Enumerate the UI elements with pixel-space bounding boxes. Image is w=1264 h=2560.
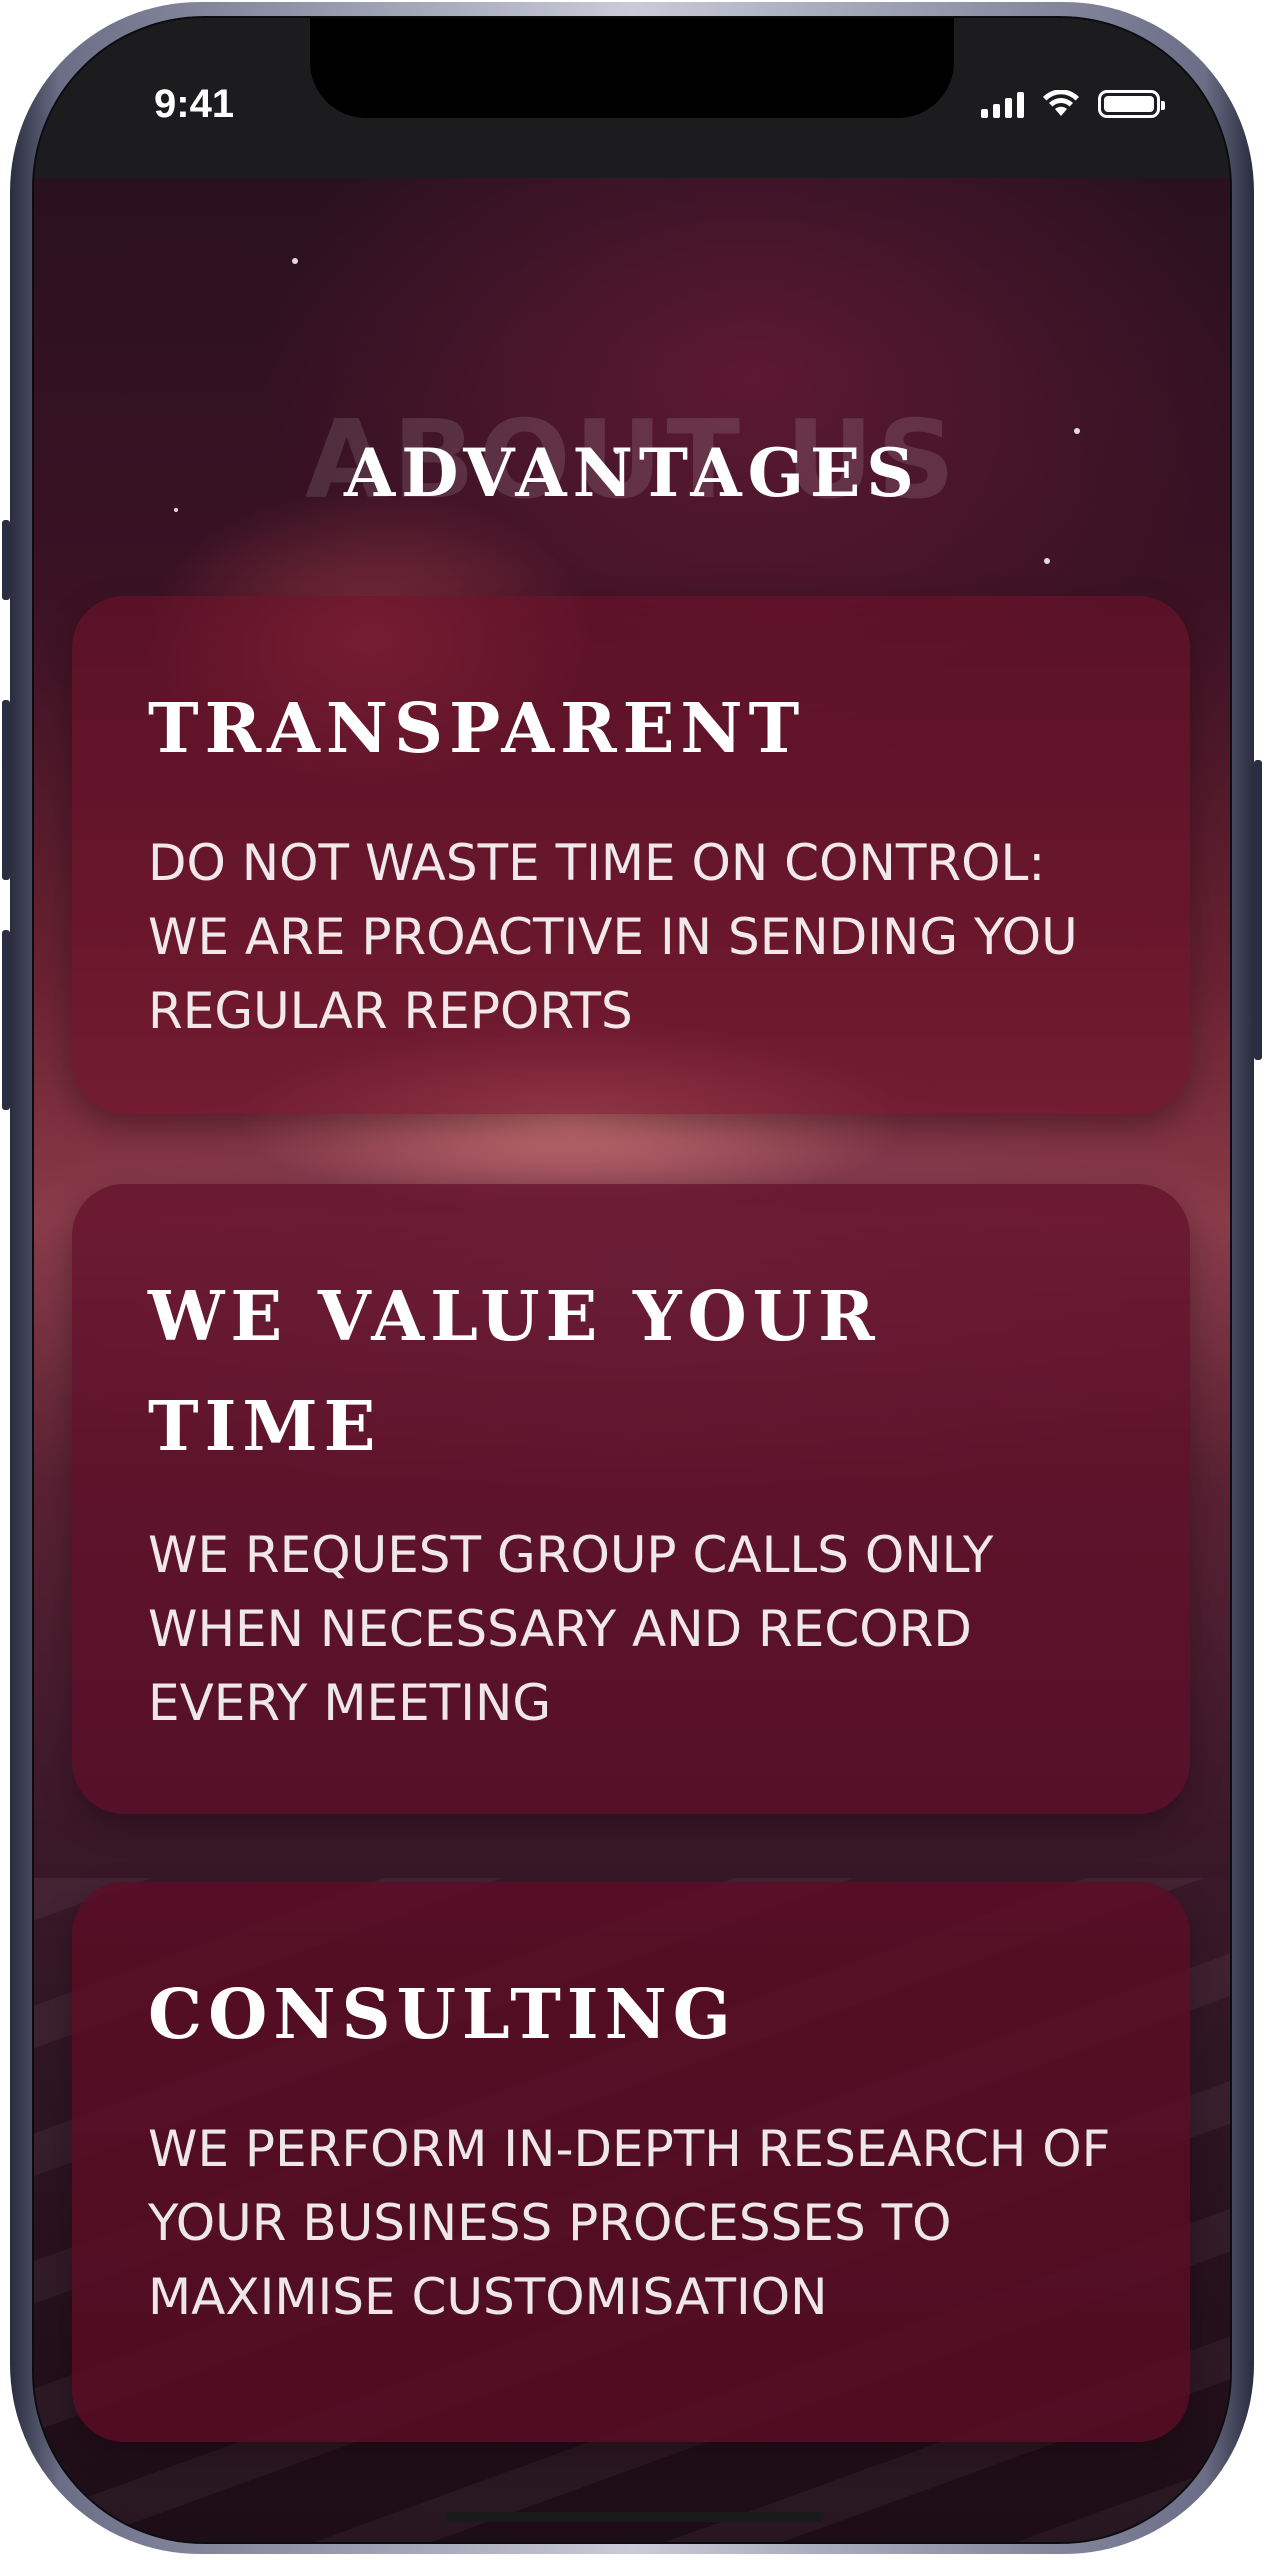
card-description: DO NOT WASTE TIME ON CONTROL: WE ARE PRO… bbox=[148, 834, 1078, 1040]
action-button bbox=[2, 520, 10, 600]
volume-up-button bbox=[2, 700, 10, 880]
phone-screen: 9:41 ABOUT US ADVANTAGES TRANSPARENT DO … bbox=[32, 16, 1232, 2544]
card-description: WE PERFORM IN-DEPTH RESEARCH OF YOUR BUS… bbox=[148, 2120, 1111, 2326]
star-decoration bbox=[1044, 558, 1050, 564]
status-icons bbox=[981, 90, 1165, 118]
wifi-icon bbox=[1043, 90, 1079, 116]
star-decoration bbox=[292, 258, 298, 264]
card-description: WE REQUEST GROUP CALLS ONLY WHEN NECESSA… bbox=[148, 1526, 994, 1732]
card-title: CONSULTING bbox=[148, 1975, 737, 2055]
home-indicator[interactable] bbox=[444, 2512, 824, 2522]
battery-icon bbox=[1098, 90, 1165, 118]
page-title: ADVANTAGES bbox=[344, 434, 920, 512]
advantage-card-consulting: CONSULTING WE PERFORM IN-DEPTH RESEARCH … bbox=[72, 1882, 1190, 2442]
advantage-card-time: WE VALUE YOUR TIME WE REQUEST GROUP CALL… bbox=[72, 1184, 1190, 1814]
cellular-signal-icon bbox=[981, 92, 1024, 118]
notch bbox=[310, 18, 954, 118]
card-title: TRANSPARENT bbox=[148, 689, 806, 769]
volume-down-button bbox=[2, 930, 10, 1110]
card-title: WE VALUE YOUR TIME bbox=[148, 1277, 881, 1467]
status-time: 9:41 bbox=[154, 82, 235, 126]
advantage-card-transparent: TRANSPARENT DO NOT WASTE TIME ON CONTROL… bbox=[72, 596, 1190, 1114]
power-button bbox=[1254, 760, 1262, 1060]
